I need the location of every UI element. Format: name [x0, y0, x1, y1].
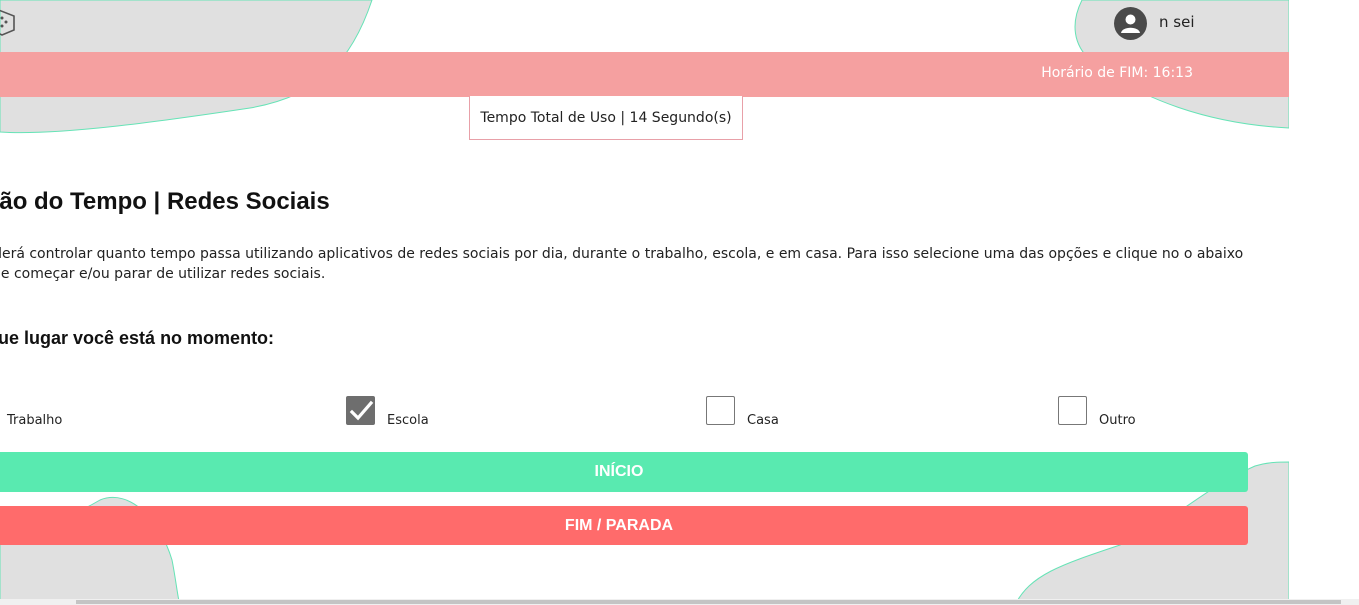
- page-canvas: n sei Horário de FIM: 16:13 Tempo Total …: [0, 0, 1289, 605]
- total-usage-box: Tempo Total de Uso | 14 Segundo(s): [469, 96, 743, 140]
- trabalho-label[interactable]: Trabalho: [7, 413, 62, 428]
- start-button[interactable]: INÍCIO: [0, 452, 1248, 492]
- casa-label[interactable]: Casa: [747, 413, 779, 428]
- outro-label[interactable]: Outro: [1099, 413, 1136, 428]
- page-description: você poderá controlar quanto tempo passa…: [0, 246, 1244, 282]
- location-question: que lugar você está no momento:: [0, 328, 275, 348]
- escola-label[interactable]: Escola: [387, 413, 429, 428]
- page-title: stão do Tempo | Redes Sociais: [0, 188, 330, 215]
- logo-icon[interactable]: [0, 6, 18, 36]
- stop-button[interactable]: FIM / PARADA: [0, 506, 1248, 545]
- horizontal-scrollbar-thumb[interactable]: [76, 600, 1341, 604]
- end-time-text: Horário de FIM: 16:13: [1041, 65, 1193, 81]
- outro-checkbox[interactable]: [1058, 396, 1087, 425]
- end-time-banner: Horário de FIM: 16:13: [0, 52, 1289, 97]
- user-name[interactable]: n sei: [1159, 13, 1195, 31]
- user-avatar-icon[interactable]: [1114, 7, 1147, 40]
- total-usage-text: Tempo Total de Uso | 14 Segundo(s): [480, 109, 732, 126]
- checkmark-icon: [349, 400, 374, 421]
- casa-checkbox[interactable]: [706, 396, 735, 425]
- escola-checkbox[interactable]: [346, 396, 375, 425]
- horizontal-scrollbar[interactable]: [0, 599, 1359, 605]
- page-gutter: [1289, 0, 1359, 605]
